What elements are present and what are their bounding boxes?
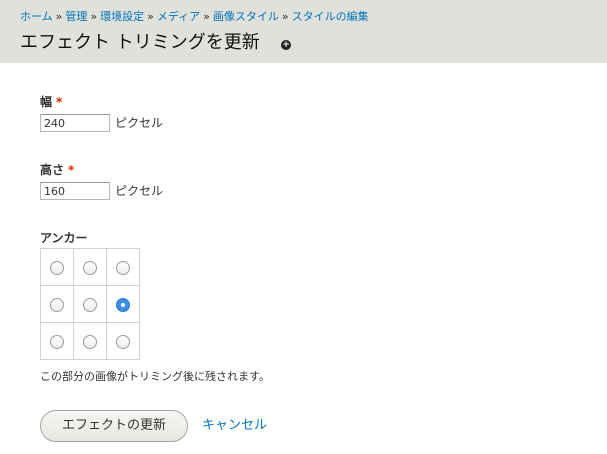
update-effect-button[interactable]: エフェクトの更新 [40, 410, 188, 442]
add-shortcut-icon[interactable]: + [281, 40, 291, 50]
required-mark: * [56, 95, 63, 109]
page-title: エフェクト トリミングを更新 [20, 32, 260, 53]
breadcrumb-separator: » [55, 10, 63, 23]
anchor-radio-right-bottom[interactable] [116, 335, 130, 349]
anchor-radio-right-center[interactable] [116, 298, 130, 312]
breadcrumb-link-home[interactable]: ホーム [20, 10, 53, 23]
height-unit: ピクセル [115, 184, 164, 198]
breadcrumb-link-admin[interactable]: 管理 [65, 10, 87, 23]
breadcrumb-link-media[interactable]: メディア [157, 10, 200, 23]
breadcrumb-separator: » [147, 10, 154, 23]
breadcrumb-link-edit-style[interactable]: スタイルの編集 [292, 10, 369, 23]
anchor-radio-center-bottom[interactable] [83, 335, 97, 349]
anchor-cell [73, 285, 107, 323]
height-label: 高さ * [40, 162, 74, 178]
breadcrumb-link-image-styles[interactable]: 画像スタイル [213, 10, 279, 23]
breadcrumb-separator: » [90, 10, 98, 23]
anchor-radio-right-top[interactable] [116, 261, 130, 275]
anchor-cell [106, 248, 140, 286]
anchor-description: この部分の画像がトリミング後に残されます。 [40, 370, 270, 383]
anchor-radio-center-top[interactable] [83, 261, 97, 275]
anchor-cell [106, 285, 140, 323]
breadcrumb-link-config[interactable]: 環境設定 [100, 10, 144, 23]
breadcrumb-separator: » [281, 10, 289, 23]
height-label-text: 高さ [40, 163, 65, 177]
anchor-cell [73, 322, 107, 360]
height-input[interactable] [40, 182, 110, 200]
breadcrumb: ホーム» 管理» 環境設定» メディア» 画像スタイル» スタイルの編集 [20, 10, 369, 24]
required-mark: * [68, 163, 75, 177]
cancel-link[interactable]: キャンセル [202, 417, 267, 435]
anchor-radio-left-center[interactable] [50, 298, 64, 312]
anchor-cell [73, 248, 107, 286]
anchor-grid [40, 248, 140, 360]
anchor-radio-left-top[interactable] [50, 261, 64, 275]
page-header: ホーム» 管理» 環境設定» メディア» 画像スタイル» スタイルの編集 エフェクト トリ… [0, 0, 607, 63]
width-input[interactable] [40, 114, 110, 132]
width-label-text: 幅 [40, 95, 53, 109]
anchor-radio-center-center[interactable] [83, 298, 97, 312]
anchor-label: アンカー [40, 231, 88, 245]
anchor-cell [40, 322, 74, 360]
anchor-cell [40, 248, 74, 286]
width-unit: ピクセル [115, 116, 164, 130]
anchor-radio-left-bottom[interactable] [50, 335, 64, 349]
breadcrumb-separator: » [203, 10, 210, 23]
anchor-cell [40, 285, 74, 323]
anchor-cell [106, 322, 140, 360]
width-label: 幅 * [40, 94, 62, 110]
